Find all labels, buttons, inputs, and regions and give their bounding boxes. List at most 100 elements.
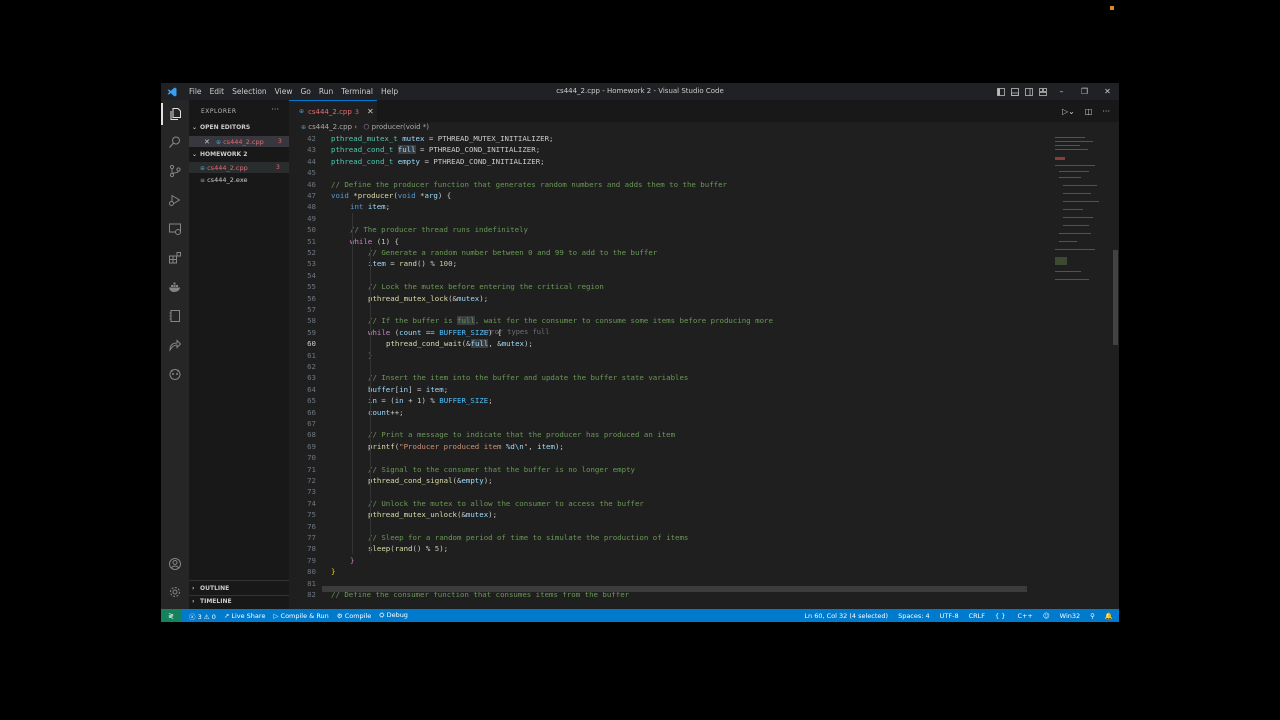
restore-icon[interactable]: ❐ (1073, 83, 1096, 100)
github-copilot-icon[interactable] (161, 363, 189, 385)
vertical-scrollbar[interactable] (1113, 250, 1118, 345)
breadcrumb-file[interactable]: cs444_2.cpp (308, 123, 352, 131)
outline-label: OUTLINE (200, 585, 230, 592)
minimap-line (1055, 271, 1081, 272)
file-item-exe[interactable]: ≡ cs444_2.exe (200, 176, 247, 184)
minimap-line (1063, 209, 1083, 210)
live-share-icon[interactable] (161, 334, 189, 356)
code-line: int item; (350, 201, 390, 212)
debug-label: Debug (386, 611, 408, 619)
line-number: 62 (307, 362, 316, 371)
minimize-icon[interactable]: – (1050, 83, 1073, 100)
copilot-icon[interactable]: ☺ (1043, 612, 1050, 620)
toggle-sidebar-icon[interactable] (994, 83, 1008, 100)
language-mode[interactable]: { } C++ (995, 612, 1033, 620)
code-token: = PTHREAD_MUTEX_INITIALIZER; (424, 134, 554, 143)
encoding[interactable]: UTF-8 (940, 612, 959, 620)
menu-view[interactable]: View (271, 83, 297, 100)
explorer-icon[interactable] (161, 103, 189, 125)
indent-guide (352, 213, 353, 554)
identifier-token: empty (461, 476, 484, 485)
menu-file[interactable]: File (185, 83, 206, 100)
indentation[interactable]: Spaces: 4 (898, 612, 930, 620)
close-tab-icon[interactable]: ✕ (367, 107, 374, 116)
identifier-token: item (425, 384, 444, 394)
menu-terminal[interactable]: Terminal (337, 83, 377, 100)
close-editor-icon[interactable]: ✕ (204, 138, 210, 146)
compile-run-button[interactable]: ▷ Compile & Run (273, 612, 328, 620)
activity-bar (161, 100, 189, 609)
breadcrumb-symbol[interactable]: producer(void *) (372, 123, 429, 131)
chevron-right-icon: › (192, 585, 195, 592)
remote-indicator-icon[interactable]: ≷ (161, 609, 181, 622)
code-token: = PTHREAD_COND_INITIALIZER; (415, 145, 541, 155)
line-number: 69 (307, 441, 316, 451)
horizontal-scrollbar[interactable] (322, 586, 1027, 592)
identifier-token: count (399, 327, 422, 337)
identifier-token: buffer (368, 384, 395, 394)
tab-cs444-2-cpp[interactable]: ⊕ cs444_2.cpp 3 ✕ (289, 100, 377, 122)
menu-help[interactable]: Help (377, 83, 402, 100)
code-token: (& (448, 293, 457, 303)
search-icon[interactable] (161, 131, 189, 153)
docker-icon[interactable] (161, 276, 189, 298)
function-token: pthread_mutex_lock (368, 293, 449, 303)
code-token: () % (416, 259, 440, 269)
code-editor[interactable]: 42 43 44 45 46 47 48 49 50 51 52 53 54 5… (289, 133, 1119, 621)
menu-go[interactable]: Go (296, 83, 314, 100)
compile-button[interactable]: ⚙ Compile (337, 612, 372, 620)
split-editor-icon[interactable]: ◫ (1080, 107, 1098, 116)
function-token: sleep (368, 544, 391, 554)
notifications-bell-icon[interactable]: 🔔 (1105, 612, 1113, 620)
run-debug-icon[interactable] (161, 189, 189, 211)
open-editors-section[interactable]: ⌄ OPEN EDITORS (189, 124, 289, 131)
line-number: 45 (307, 168, 316, 178)
vscode-window: File Edit Selection View Go Run Terminal… (161, 83, 1119, 622)
function-token: producer (357, 191, 394, 200)
title-bar: File Edit Selection View Go Run Terminal… (161, 83, 1119, 100)
title-bar-controls: – ❐ ✕ (994, 83, 1119, 100)
line-number: 56 (307, 293, 316, 303)
line-number: 68 (307, 430, 316, 440)
toggle-secondary-sidebar-icon[interactable] (1022, 83, 1036, 100)
comment-token: full (457, 316, 475, 326)
end-of-line[interactable]: CRLF (969, 612, 985, 620)
code-line: in = (in + 1) % BUFFER_SIZE; (368, 395, 493, 406)
editor-area: ⊕ cs444_2.cpp 3 ✕ ▷⌄ ◫ ··· ⊕ cs444_2.cpp… (289, 100, 1119, 609)
menu-edit[interactable]: Edit (206, 83, 229, 100)
problems-indicator[interactable]: ⓧ 3 ⚠ 0 (189, 611, 216, 621)
cursor-position[interactable]: Ln 60, Col 32 (4 selected) (804, 612, 888, 620)
more-actions-icon[interactable]: ··· (1097, 107, 1115, 116)
function-token: pthread_mutex_unlock (368, 510, 457, 520)
close-window-icon[interactable]: ✕ (1096, 83, 1119, 100)
identifier-token: item (537, 441, 555, 451)
outline-section[interactable]: › OUTLINE (189, 585, 289, 592)
debug-button[interactable]: ⛭ Debug (379, 611, 408, 620)
file-item-cpp[interactable]: ⊕ cs444_2.cpp 3 (200, 164, 280, 172)
code-token: ; (385, 202, 391, 212)
code-comment: // If the buffer is full, wait for the c… (368, 315, 773, 326)
homework-2-folder[interactable]: ⌄ HOMEWORK 2 (189, 151, 289, 158)
platform[interactable]: Win32 (1060, 612, 1080, 620)
timeline-section[interactable]: › TIMELINE (189, 598, 289, 605)
run-file-icon[interactable]: ▷⌄ (1057, 107, 1080, 116)
source-control-icon[interactable] (161, 160, 189, 182)
live-share-button[interactable]: ↗ Live Share (224, 612, 266, 620)
customize-layout-icon[interactable] (1036, 83, 1050, 100)
extensions-icon[interactable] (161, 247, 189, 269)
code-line: item = rand() % 100; (368, 258, 457, 269)
notebook-icon[interactable] (161, 305, 189, 327)
open-editor-item[interactable]: ⊕ cs444_2.cpp 3 (216, 138, 282, 146)
feedback-icon[interactable]: ⚲ (1090, 612, 1095, 620)
code-token: ; (443, 384, 449, 394)
menu-run[interactable]: Run (315, 83, 337, 100)
accounts-icon[interactable] (161, 553, 189, 575)
settings-gear-icon[interactable] (161, 581, 189, 603)
code-line: pthread_mutex_lock(&mutex); (368, 293, 488, 304)
more-actions-icon[interactable]: ··· (271, 105, 279, 114)
toggle-panel-icon[interactable] (1008, 83, 1022, 100)
file-name-cpp: cs444_2.cpp (207, 164, 248, 172)
minimap[interactable] (1051, 133, 1113, 293)
menu-selection[interactable]: Selection (228, 83, 271, 100)
remote-explorer-icon[interactable] (161, 218, 189, 240)
